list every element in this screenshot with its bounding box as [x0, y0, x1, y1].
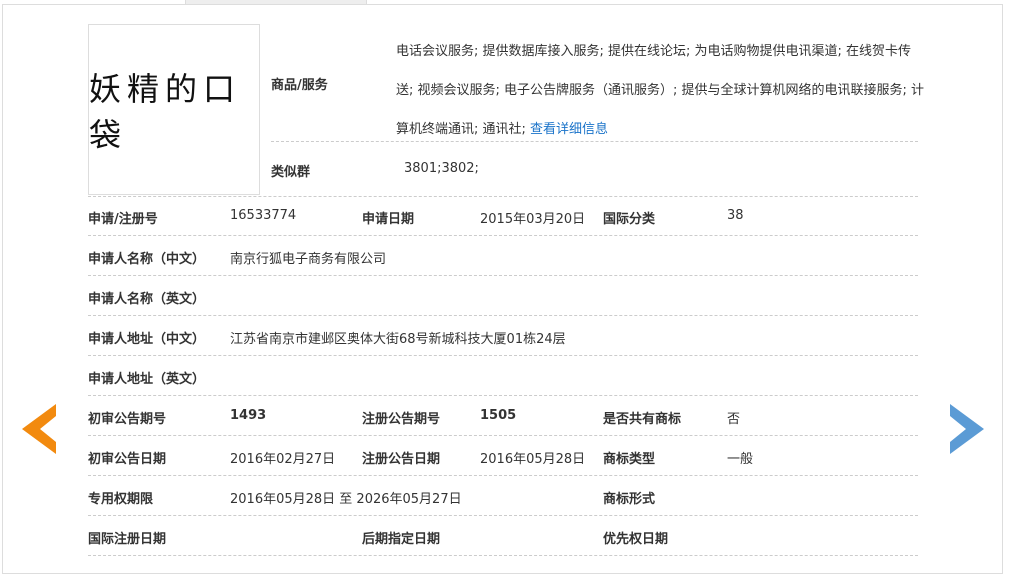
previous-arrow-icon[interactable] [22, 404, 56, 454]
similar-group-label: 类似群 [271, 165, 311, 180]
field-label: 专用权期限 [88, 492, 154, 507]
field-label: 初审公告期号 [88, 412, 167, 427]
field-value: 1505 [480, 408, 517, 423]
field-label: 申请人地址（英文） [88, 372, 206, 387]
field-label: 申请人地址（中文） [88, 332, 206, 347]
row-applicant-name-cn: 申请人名称（中文） 南京行狐电子商务有限公司 [88, 236, 918, 276]
field-label: 申请人名称（中文） [88, 252, 206, 267]
field-label: 商标形式 [603, 492, 656, 507]
field-label: 是否共有商标 [603, 412, 682, 427]
field-label: 后期指定日期 [362, 532, 441, 547]
field-value: 否 [727, 412, 741, 427]
field-value: 1493 [230, 408, 267, 423]
row-applicant-address-en: 申请人地址（英文） [88, 356, 918, 396]
field-label: 申请日期 [362, 212, 415, 227]
field-value: 38 [727, 208, 744, 223]
row-exclusive-period: 专用权期限 2016年05月28日 至 2026年05月27日 商标形式 [88, 476, 918, 516]
row-applicant-address-cn: 申请人地址（中文） 江苏省南京市建邺区奥体大街68号新城科技大厦01栋24层 [88, 316, 918, 356]
field-label: 国际分类 [603, 212, 656, 227]
row-announcement-numbers: 初审公告期号 1493 注册公告期号 1505 是否共有商标 否 [88, 396, 918, 436]
trademark-image: 妖精的口袋 [88, 24, 260, 195]
goods-label: 商品/服务 [271, 78, 328, 93]
field-value: 江苏省南京市建邺区奥体大街68号新城科技大厦01栋24层 [230, 332, 566, 347]
field-value: 一般 [727, 452, 754, 467]
top-tab[interactable] [185, 0, 367, 5]
field-value: 2016年05月28日 [480, 452, 586, 467]
field-label: 商标类型 [603, 452, 656, 467]
field-label: 申请人名称（英文） [88, 292, 206, 307]
field-value: 南京行狐电子商务有限公司 [230, 252, 387, 267]
field-value: 2016年05月28日 至 2026年05月27日 [230, 492, 462, 507]
field-label: 国际注册日期 [88, 532, 167, 547]
row-announcement-dates: 初审公告日期 2016年02月27日 注册公告日期 2016年05月28日 商标类型… [88, 436, 918, 476]
field-label: 优先权日期 [603, 532, 669, 547]
field-label: 注册公告日期 [362, 452, 441, 467]
field-value: 16533774 [230, 208, 297, 223]
similar-group-value: 3801;3802; [404, 161, 479, 176]
view-details-link[interactable]: 查看详细信息 [530, 122, 608, 137]
field-label: 申请/注册号 [88, 212, 158, 227]
field-label: 初审公告日期 [88, 452, 167, 467]
next-arrow-icon[interactable] [950, 404, 984, 454]
field-label: 注册公告期号 [362, 412, 441, 427]
field-value: 2015年03月20日 [480, 212, 586, 227]
goods-services-text: 电话会议服务; 提供数据库接入服务; 提供在线论坛; 为电话购物提供电讯渠道; … [396, 32, 926, 149]
row-applicant-name-en: 申请人名称（英文） [88, 276, 918, 316]
goods-list: 电话会议服务; 提供数据库接入服务; 提供在线论坛; 为电话购物提供电讯渠道; … [396, 44, 925, 137]
row-application-number: 申请/注册号 16533774 申请日期 2015年03月20日 国际分类 38 [88, 196, 918, 236]
divider [271, 141, 918, 142]
field-value: 2016年02月27日 [230, 452, 336, 467]
row-international-dates: 国际注册日期 后期指定日期 优先权日期 [88, 516, 918, 556]
